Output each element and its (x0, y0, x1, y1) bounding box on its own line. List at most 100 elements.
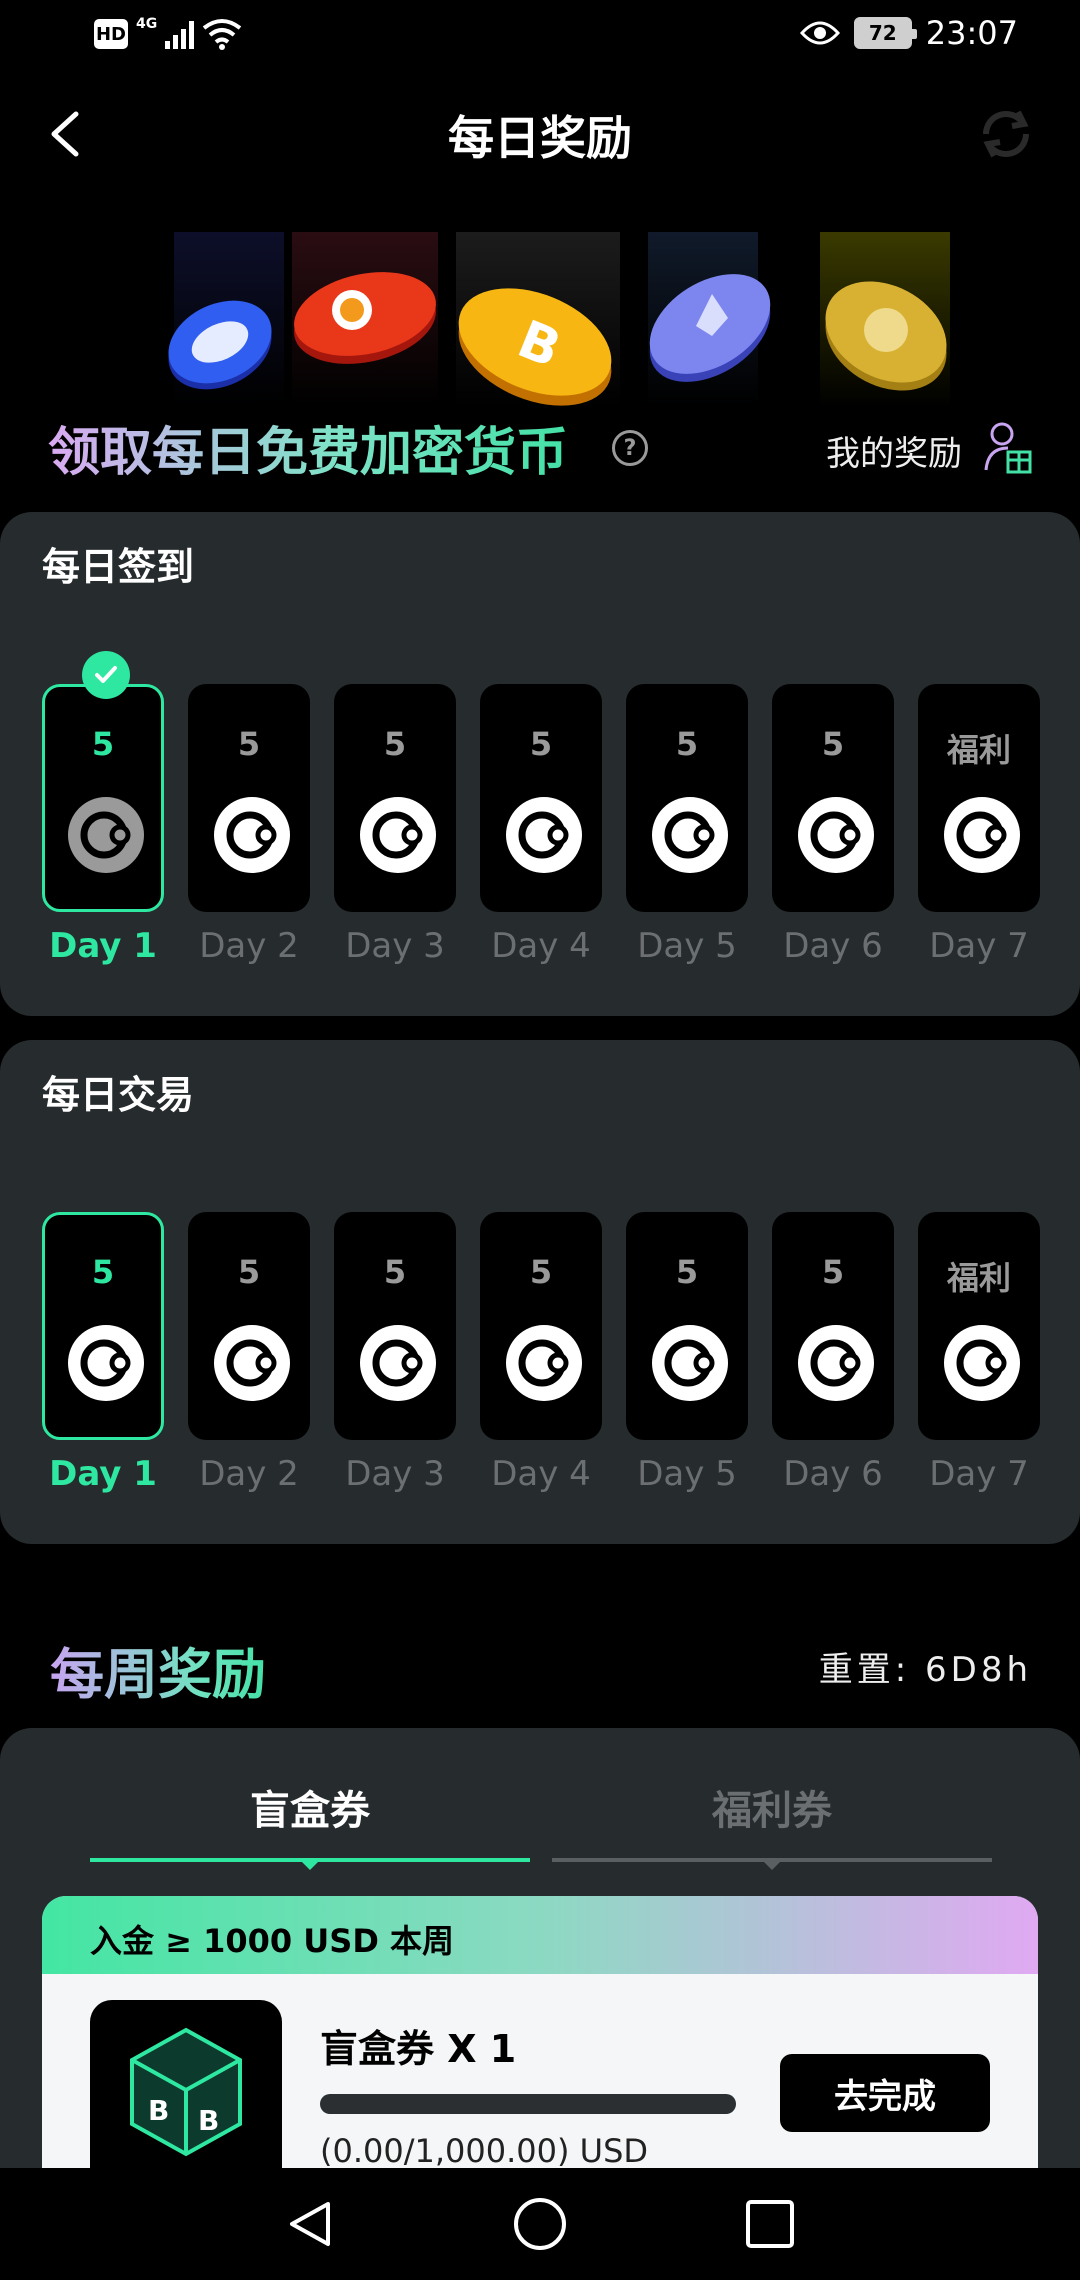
blind-box-icon: B B (90, 2000, 282, 2192)
ethereum-coin-icon (649, 274, 771, 382)
trade-day-3[interactable]: 5 Day 3 (334, 1212, 456, 1494)
coin-icon (360, 1325, 436, 1401)
day-label: Day 6 (783, 926, 883, 966)
checkin-day-3[interactable]: 5 Day 3 (334, 684, 456, 966)
check-icon (82, 651, 130, 699)
day-label: Day 7 (929, 926, 1029, 966)
reward-tile[interactable]: 5 (626, 684, 748, 912)
task-progress-bar (320, 2094, 736, 2114)
day-label: Day 3 (345, 926, 445, 966)
daily-checkin-card: 每日签到 5 Day 1 5 Day 2 5 Day 3 5 Day 4 5 Day 5 5 Day … (0, 512, 1080, 1016)
trade-day-5[interactable]: 5 Day 5 (626, 1212, 748, 1494)
reward-tile[interactable]: 5 (188, 1212, 310, 1440)
trade-days: 5 Day 1 5 Day 2 5 Day 3 5 Day 4 5 Day 5 5 Day 6 福利 Da… (42, 1212, 1040, 1494)
reward-value: 5 (675, 1253, 699, 1291)
coin-icon (944, 797, 1020, 873)
trade-day-7[interactable]: 福利 Day 7 (918, 1212, 1040, 1494)
reward-tile[interactable]: 5 (772, 684, 894, 912)
reward-value: 福利 (946, 1259, 1011, 1297)
checkin-day-6[interactable]: 5 Day 6 (772, 684, 894, 966)
day-label: Day 7 (929, 1454, 1029, 1494)
task-name: 盲盒券 X 1 (320, 2027, 517, 2071)
battery-icon: 72 (853, 17, 917, 49)
reward-tile[interactable]: 5 (42, 1212, 164, 1440)
page-title: 每日奖励 (448, 111, 632, 165)
reward-value: 5 (529, 725, 553, 763)
task-progress-text: (0.00/1,000.00) USD (320, 2132, 649, 2170)
reward-value: 5 (383, 1253, 407, 1291)
tab-welfare[interactable]: 福利券 (552, 1778, 992, 1836)
svg-text:B: B (198, 2104, 219, 2137)
my-rewards-link[interactable]: 我的奖励 (826, 426, 962, 475)
checkin-day-4[interactable]: 5 Day 4 (480, 684, 602, 966)
day-label: Day 1 (49, 1454, 157, 1494)
coin-icon (652, 797, 728, 873)
reward-tile[interactable]: 5 (626, 1212, 748, 1440)
coin-icon (798, 797, 874, 873)
daily-trade-title: 每日交易 (42, 1073, 195, 1117)
day-label: Day 3 (345, 1454, 445, 1494)
reward-tile[interactable]: 5 (772, 1212, 894, 1440)
help-icon[interactable]: ? (612, 430, 648, 466)
bitcoin-coin-icon: B (458, 288, 612, 406)
reward-value: 5 (821, 725, 845, 763)
reward-value: 5 (91, 725, 115, 763)
trade-day-6[interactable]: 5 Day 6 (772, 1212, 894, 1494)
checkin-day-2[interactable]: 5 Day 2 (188, 684, 310, 966)
trade-day-1[interactable]: 5 Day 1 (42, 1212, 164, 1494)
coin-banner: B (160, 232, 960, 412)
trade-day-4[interactable]: 5 Day 4 (480, 1212, 602, 1494)
eye-icon (799, 21, 840, 45)
back-nav-icon[interactable] (282, 2196, 338, 2252)
coin-icon (506, 797, 582, 873)
reward-tile[interactable]: 5 (334, 684, 456, 912)
weekly-title: 每周奖励 (50, 1630, 266, 1709)
header: 每日奖励 (0, 96, 1080, 172)
reset-label: 重置: (818, 1650, 911, 1690)
checkin-day-7[interactable]: 福利 Day 7 (918, 684, 1040, 966)
reward-tile[interactable]: 5 (480, 684, 602, 912)
day-label: Day 4 (491, 1454, 591, 1494)
reward-tile[interactable]: 5 (42, 651, 164, 912)
coin-icon (506, 1325, 582, 1401)
reward-value: 5 (675, 725, 699, 763)
reward-tile[interactable]: 福利 (918, 684, 1040, 912)
reward-value: 5 (821, 1253, 845, 1291)
reward-tile[interactable]: 5 (480, 1212, 602, 1440)
day-label: Day 5 (637, 926, 737, 966)
coin-icon (798, 1325, 874, 1401)
reward-tile[interactable]: 5 (188, 684, 310, 912)
daily-trade-card: 每日交易 5 Day 1 5 Day 2 5 Day 3 5 Day 4 5 Day 5 5 Day … (0, 1040, 1080, 1544)
svg-text:B: B (148, 2094, 169, 2127)
checkin-days: 5 Day 1 5 Day 2 5 Day 3 5 Day 4 5 Day 5 5 Day 6 福利 Da… (42, 651, 1040, 966)
reward-tile[interactable]: 5 (334, 1212, 456, 1440)
reward-value: 5 (91, 1253, 115, 1291)
reward-value: 福利 (946, 731, 1011, 769)
tab-blind-box[interactable]: 盲盒券 (90, 1778, 530, 1836)
status-right: 72 23:07 (799, 14, 1018, 52)
day-label: Day 1 (49, 926, 157, 966)
system-nav-bar (0, 2168, 1080, 2280)
daily-checkin-title: 每日签到 (42, 545, 195, 589)
trade-day-2[interactable]: 5 Day 2 (188, 1212, 310, 1494)
day-label: Day 6 (783, 1454, 883, 1494)
network-type: 4G (136, 16, 158, 32)
tab-caret-inactive (764, 1862, 780, 1870)
recents-nav-icon[interactable] (742, 2196, 798, 2252)
go-complete-button[interactable]: 去完成 (780, 2054, 990, 2132)
reset-timer: 重置: 6D8h (819, 1642, 1032, 1691)
coin-icon (652, 1325, 728, 1401)
checkin-day-5[interactable]: 5 Day 5 (626, 684, 748, 966)
status-left: HD 4G (94, 16, 242, 50)
signal-icon (165, 19, 195, 49)
coin-icon (944, 1325, 1020, 1401)
checkin-day-1[interactable]: 5 Day 1 (42, 651, 164, 966)
coin-icon (214, 797, 290, 873)
reward-tile[interactable]: 福利 (918, 1212, 1040, 1440)
home-nav-icon[interactable] (512, 2196, 568, 2252)
reward-value: 5 (529, 1253, 553, 1291)
refresh-icon[interactable] (974, 102, 1038, 166)
day-label: Day 5 (637, 1454, 737, 1494)
reward-value: 5 (383, 725, 407, 763)
gift-user-icon[interactable] (982, 420, 1034, 476)
